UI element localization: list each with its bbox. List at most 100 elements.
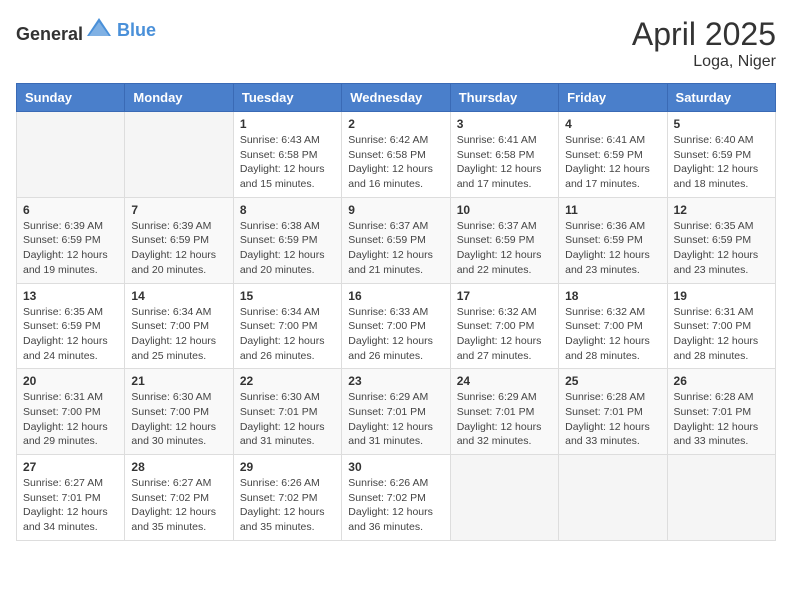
- day-info: Sunrise: 6:39 AMSunset: 6:59 PMDaylight:…: [131, 219, 226, 278]
- calendar-cell: 11Sunrise: 6:36 AMSunset: 6:59 PMDayligh…: [559, 197, 667, 283]
- calendar-cell: 18Sunrise: 6:32 AMSunset: 7:00 PMDayligh…: [559, 283, 667, 369]
- day-info: Sunrise: 6:37 AMSunset: 6:59 PMDaylight:…: [457, 219, 552, 278]
- calendar-cell: 10 Sunrise: 6:37 AMSunset: 6:59 PMDayligh…: [450, 197, 558, 283]
- calendar-cell: 20 Sunrise: 6:31 AMSunset: 7:00 PMDayligh…: [17, 369, 125, 455]
- day-number: 23: [348, 374, 443, 388]
- logo-text: General: [16, 16, 113, 45]
- day-info: Sunrise: 6:35 AMSunset: 6:59 PMDaylight:…: [674, 219, 769, 278]
- day-number: 28: [131, 460, 226, 474]
- day-info: Sunrise: 6:29 AMSunset: 7:01 PMDaylight:…: [348, 390, 443, 449]
- day-number: 26: [674, 374, 769, 388]
- day-info: Sunrise: 6:35 AMSunset: 6:59 PMDaylight:…: [23, 305, 118, 364]
- calendar-week-row: 13 Sunrise: 6:35 AMSunset: 6:59 PMDayligh…: [17, 283, 776, 369]
- calendar-cell: 26 Sunrise: 6:28 AMSunset: 7:01 PMDayligh…: [667, 369, 775, 455]
- day-number: 30: [348, 460, 443, 474]
- day-info: Sunrise: 6:31 AMSunset: 7:00 PMDaylight:…: [23, 390, 118, 449]
- day-number: 10: [457, 203, 552, 217]
- calendar-cell: 21Sunrise: 6:30 AMSunset: 7:00 PMDayligh…: [125, 369, 233, 455]
- day-info: Sunrise: 6:40 AMSunset: 6:59 PMDaylight:…: [674, 133, 769, 192]
- calendar-cell: 28Sunrise: 6:27 AMSunset: 7:02 PMDayligh…: [125, 455, 233, 541]
- calendar-cell: 1 Sunrise: 6:43 AMSunset: 6:58 PMDaylight…: [233, 112, 341, 198]
- day-number: 25: [565, 374, 660, 388]
- day-number: 20: [23, 374, 118, 388]
- day-number: 2: [348, 117, 443, 131]
- day-number: 29: [240, 460, 335, 474]
- calendar-cell: 7 Sunrise: 6:39 AMSunset: 6:59 PMDaylight…: [125, 197, 233, 283]
- calendar-cell: [125, 112, 233, 198]
- day-info: Sunrise: 6:34 AMSunset: 7:00 PMDaylight:…: [240, 305, 335, 364]
- calendar-week-row: 1 Sunrise: 6:43 AMSunset: 6:58 PMDaylight…: [17, 112, 776, 198]
- calendar-cell: 29 Sunrise: 6:26 AMSunset: 7:02 PMDayligh…: [233, 455, 341, 541]
- calendar-header-row: SundayMondayTuesdayWednesdayThursdayFrid…: [17, 84, 776, 112]
- day-of-week-header: Friday: [559, 84, 667, 112]
- location: Loga, Niger: [632, 53, 776, 71]
- calendar-cell: 23 Sunrise: 6:29 AMSunset: 7:01 PMDayligh…: [342, 369, 450, 455]
- day-number: 22: [240, 374, 335, 388]
- calendar-cell: [667, 455, 775, 541]
- day-info: Sunrise: 6:28 AMSunset: 7:01 PMDaylight:…: [674, 390, 769, 449]
- day-info: Sunrise: 6:36 AMSunset: 6:59 PMDaylight:…: [565, 219, 660, 278]
- day-info: Sunrise: 6:27 AMSunset: 7:01 PMDaylight:…: [23, 476, 118, 535]
- calendar-week-row: 27 Sunrise: 6:27 AMSunset: 7:01 PMDayligh…: [17, 455, 776, 541]
- logo-icon: [85, 16, 113, 40]
- day-info: Sunrise: 6:31 AMSunset: 7:00 PMDaylight:…: [674, 305, 769, 364]
- page-header: General Blue April 2025 Loga, Niger: [16, 16, 776, 71]
- calendar-week-row: 6 Sunrise: 6:39 AMSunset: 6:59 PMDaylight…: [17, 197, 776, 283]
- day-info: Sunrise: 6:42 AMSunset: 6:58 PMDaylight:…: [348, 133, 443, 192]
- day-info: Sunrise: 6:34 AMSunset: 7:00 PMDaylight:…: [131, 305, 226, 364]
- day-number: 13: [23, 289, 118, 303]
- calendar-cell: [559, 455, 667, 541]
- calendar-cell: 9Sunrise: 6:37 AMSunset: 6:59 PMDaylight…: [342, 197, 450, 283]
- calendar-week-row: 20 Sunrise: 6:31 AMSunset: 7:00 PMDayligh…: [17, 369, 776, 455]
- day-info: Sunrise: 6:38 AMSunset: 6:59 PMDaylight:…: [240, 219, 335, 278]
- day-number: 4: [565, 117, 660, 131]
- calendar-cell: 25 Sunrise: 6:28 AMSunset: 7:01 PMDayligh…: [559, 369, 667, 455]
- day-number: 17: [457, 289, 552, 303]
- day-number: 12: [674, 203, 769, 217]
- logo-general: General: [16, 24, 83, 44]
- calendar-cell: 30 Sunrise: 6:26 AMSunset: 7:02 PMDayligh…: [342, 455, 450, 541]
- calendar-cell: 14Sunrise: 6:34 AMSunset: 7:00 PMDayligh…: [125, 283, 233, 369]
- calendar-cell: 12 Sunrise: 6:35 AMSunset: 6:59 PMDayligh…: [667, 197, 775, 283]
- month-title: April 2025: [632, 16, 776, 53]
- day-info: Sunrise: 6:33 AMSunset: 7:00 PMDaylight:…: [348, 305, 443, 364]
- day-info: Sunrise: 6:37 AMSunset: 6:59 PMDaylight:…: [348, 219, 443, 278]
- day-info: Sunrise: 6:41 AMSunset: 6:58 PMDaylight:…: [457, 133, 552, 192]
- day-number: 27: [23, 460, 118, 474]
- day-info: Sunrise: 6:26 AMSunset: 7:02 PMDaylight:…: [240, 476, 335, 535]
- day-info: Sunrise: 6:26 AMSunset: 7:02 PMDaylight:…: [348, 476, 443, 535]
- day-number: 16: [348, 289, 443, 303]
- day-of-week-header: Wednesday: [342, 84, 450, 112]
- day-number: 15: [240, 289, 335, 303]
- day-number: 24: [457, 374, 552, 388]
- logo-blue: Blue: [117, 20, 156, 41]
- day-number: 1: [240, 117, 335, 131]
- calendar-cell: 6 Sunrise: 6:39 AMSunset: 6:59 PMDaylight…: [17, 197, 125, 283]
- calendar-cell: 22 Sunrise: 6:30 AMSunset: 7:01 PMDayligh…: [233, 369, 341, 455]
- day-info: Sunrise: 6:29 AMSunset: 7:01 PMDaylight:…: [457, 390, 552, 449]
- day-info: Sunrise: 6:30 AMSunset: 7:01 PMDaylight:…: [240, 390, 335, 449]
- day-info: Sunrise: 6:32 AMSunset: 7:00 PMDaylight:…: [457, 305, 552, 364]
- calendar-cell: [17, 112, 125, 198]
- day-info: Sunrise: 6:28 AMSunset: 7:01 PMDaylight:…: [565, 390, 660, 449]
- day-number: 6: [23, 203, 118, 217]
- day-of-week-header: Tuesday: [233, 84, 341, 112]
- calendar-cell: 2 Sunrise: 6:42 AMSunset: 6:58 PMDaylight…: [342, 112, 450, 198]
- day-number: 18: [565, 289, 660, 303]
- calendar-cell: 8 Sunrise: 6:38 AMSunset: 6:59 PMDaylight…: [233, 197, 341, 283]
- day-number: 7: [131, 203, 226, 217]
- day-number: 8: [240, 203, 335, 217]
- calendar-cell: 15 Sunrise: 6:34 AMSunset: 7:00 PMDayligh…: [233, 283, 341, 369]
- calendar-cell: 5Sunrise: 6:40 AMSunset: 6:59 PMDaylight…: [667, 112, 775, 198]
- day-of-week-header: Monday: [125, 84, 233, 112]
- logo: General Blue: [16, 16, 156, 45]
- calendar-cell: 19Sunrise: 6:31 AMSunset: 7:00 PMDayligh…: [667, 283, 775, 369]
- day-of-week-header: Saturday: [667, 84, 775, 112]
- day-info: Sunrise: 6:39 AMSunset: 6:59 PMDaylight:…: [23, 219, 118, 278]
- title-block: April 2025 Loga, Niger: [632, 16, 776, 71]
- calendar-cell: 13 Sunrise: 6:35 AMSunset: 6:59 PMDayligh…: [17, 283, 125, 369]
- calendar-table: SundayMondayTuesdayWednesdayThursdayFrid…: [16, 83, 776, 541]
- day-of-week-header: Thursday: [450, 84, 558, 112]
- day-info: Sunrise: 6:43 AMSunset: 6:58 PMDaylight:…: [240, 133, 335, 192]
- calendar-cell: 17 Sunrise: 6:32 AMSunset: 7:00 PMDayligh…: [450, 283, 558, 369]
